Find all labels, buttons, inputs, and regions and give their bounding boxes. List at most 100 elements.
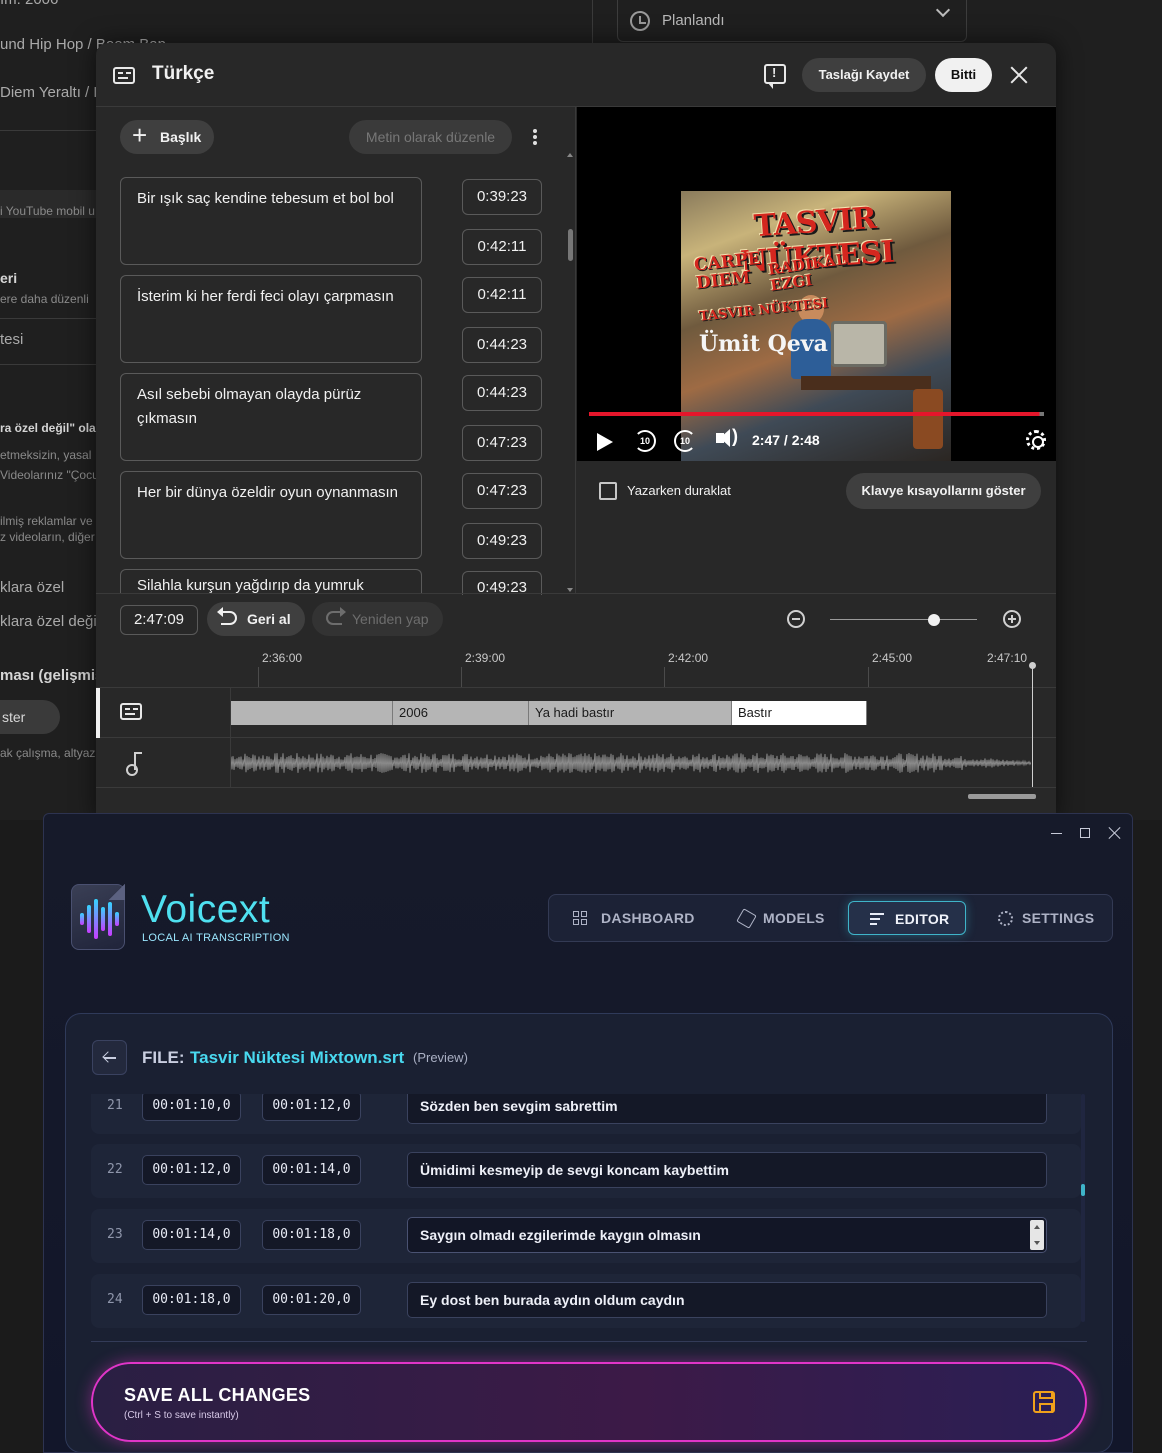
- nav-editor[interactable]: EDITOR: [848, 901, 966, 935]
- back-button[interactable]: [92, 1040, 127, 1075]
- cue-end-time[interactable]: 0:42:11: [462, 229, 542, 265]
- gear-icon[interactable]: [1026, 430, 1046, 450]
- subtitle-segment-selected[interactable]: Bastır: [732, 701, 867, 725]
- bg-radio-not-kids[interactable]: klara özel değil: [0, 613, 100, 630]
- play-icon[interactable]: [597, 433, 613, 451]
- forward-10-icon[interactable]: 10: [674, 430, 696, 452]
- volume-icon[interactable]: [716, 426, 738, 447]
- row-text-field[interactable]: Saygın olmadı ezgilerimde kaygın olmasın: [407, 1217, 1047, 1253]
- row-start-time[interactable]: 00:01:12,0: [142, 1155, 241, 1185]
- nav-dashboard[interactable]: DASHBOARD: [573, 901, 694, 935]
- current-time-field[interactable]: 2:47:09: [120, 605, 198, 635]
- bg-radio-kids[interactable]: klara özel: [0, 579, 64, 596]
- scroll-up-arrow[interactable]: [567, 153, 573, 157]
- video-progress-bar[interactable]: [589, 412, 1044, 416]
- row-start-time[interactable]: 00:01:10,0: [142, 1094, 241, 1121]
- save-all-changes-button[interactable]: SAVE ALL CHANGES (Ctrl + S to save insta…: [91, 1362, 1087, 1442]
- editor-card: FILE: Tasvir Nüktesi Mixtown.srt (Previe…: [65, 1013, 1113, 1452]
- cue-text-field[interactable]: Bir ışık saç kendine tebesum et bol bol: [120, 177, 422, 265]
- nav-models[interactable]: MODELS: [736, 901, 833, 935]
- save-draft-button[interactable]: Taslağı Kaydet: [802, 58, 926, 92]
- add-title-button[interactable]: Başlık: [120, 118, 214, 154]
- save-hint: (Ctrl + S to save instantly): [124, 1410, 239, 1421]
- cue-list-scrollbar[interactable]: [568, 229, 573, 261]
- redo-icon: [326, 607, 346, 625]
- cue-end-time[interactable]: 0:49:23: [462, 523, 542, 559]
- bg-mobile-note: i YouTube mobil u: [0, 204, 95, 218]
- feedback-icon[interactable]: [764, 64, 786, 89]
- cue-start-time[interactable]: 0:39:23: [462, 179, 542, 215]
- ruler-label: 2:36:00: [262, 651, 303, 665]
- row-text-field[interactable]: Ey dost ben burada aydın oldum caydın: [407, 1282, 1047, 1318]
- row-text-field[interactable]: Sözden ben sevgim sabrettim: [407, 1094, 1047, 1124]
- video-player[interactable]: TASVIR NÜKTESI CARPE DIEM RADIKAL EZGI T…: [577, 107, 1056, 461]
- close-icon[interactable]: [1109, 827, 1121, 839]
- cue-start-time[interactable]: 0:44:23: [462, 375, 542, 411]
- maximize-icon[interactable]: [1080, 828, 1090, 838]
- cue-start-time[interactable]: 0:47:23: [462, 473, 542, 509]
- bg-section-heading: eri: [0, 270, 18, 286]
- file-label: FILE:: [142, 1048, 185, 1067]
- audio-waveform: [231, 752, 1031, 774]
- rewind-10-icon[interactable]: 10: [634, 430, 656, 452]
- cube-icon: [736, 908, 757, 929]
- row-end-time[interactable]: 00:01:14,0: [262, 1155, 361, 1185]
- nav-settings-label: SETTINGS: [1022, 910, 1095, 926]
- cue-end-time[interactable]: 0:44:23: [462, 327, 542, 363]
- row-index: 24: [107, 1292, 123, 1307]
- row-start-time[interactable]: 00:01:14,0: [142, 1220, 241, 1250]
- voicext-window: Voicext LOCAL AI TRANSCRIPTION DASHBOARD…: [43, 813, 1133, 1453]
- rows-scrollbar-track[interactable]: [1081, 1094, 1085, 1322]
- edit-as-text-button[interactable]: Metin olarak düzenle: [349, 120, 512, 154]
- row-end-time[interactable]: 00:01:20,0: [262, 1285, 361, 1315]
- minimize-icon[interactable]: [1051, 833, 1062, 834]
- subtitle-segment[interactable]: 2006: [393, 701, 529, 725]
- cue-text-field[interactable]: Silahla kurşun yağdırıp da yumruk: [120, 569, 422, 593]
- editor-icon: [870, 912, 885, 927]
- row-end-time[interactable]: 00:01:18,0: [262, 1220, 361, 1250]
- cue-start-time[interactable]: 0:49:23: [462, 571, 542, 595]
- scroll-down-arrow[interactable]: [567, 588, 573, 592]
- bg-visibility-select[interactable]: Planlandı: [617, 0, 967, 42]
- cue-text-field[interactable]: Asıl sebebi olmayan olayda pürüz çıkması…: [120, 373, 422, 461]
- pause-while-typing-checkbox[interactable]: [599, 482, 617, 500]
- zoom-out-icon[interactable]: [787, 610, 805, 628]
- bg-show-more-button[interactable]: ster: [0, 700, 60, 734]
- rows-scrollbar-thumb[interactable]: [1081, 1184, 1085, 1196]
- bg-playlist-value[interactable]: tesi: [0, 331, 23, 348]
- done-button[interactable]: Bitti: [935, 58, 992, 92]
- zoom-in-icon[interactable]: [1003, 610, 1021, 628]
- subtitle-row: 24 00:01:18,0 00:01:20,0 Ey dost ben burada…: [91, 1274, 1081, 1328]
- voicext-logo-icon: [71, 884, 125, 950]
- zoom-slider-track[interactable]: [830, 619, 977, 620]
- row-end-time[interactable]: 00:01:12,0: [262, 1094, 361, 1121]
- nav-settings[interactable]: SETTINGS: [996, 901, 1106, 935]
- cue-text-field[interactable]: Her bir dünya özeldir oyun oynanmasın: [120, 471, 422, 559]
- redo-button[interactable]: Yeniden yap: [312, 602, 443, 636]
- subtitle-segment[interactable]: Ya hadi bastır: [529, 701, 732, 725]
- save-icon: [1033, 1391, 1055, 1413]
- playhead[interactable]: [1029, 662, 1036, 787]
- close-icon[interactable]: [1008, 64, 1030, 86]
- bg-age-restriction: ması (gelişmiş: [0, 667, 104, 684]
- spinner-arrows-icon[interactable]: [1030, 1220, 1044, 1250]
- subtitle-rows: 21 00:01:10,0 00:01:12,0 Sözden ben sevgim …: [91, 1094, 1091, 1342]
- show-shortcuts-button[interactable]: Klavye kısayollarını göster: [846, 473, 1041, 509]
- zoom-slider-thumb[interactable]: [928, 614, 941, 626]
- bg-footer-note: ak çalışma, altyaz: [0, 746, 96, 760]
- undo-button[interactable]: Geri al: [207, 602, 305, 636]
- subtitle-segment[interactable]: [231, 701, 393, 725]
- cue-start-time[interactable]: 0:42:11: [462, 277, 542, 313]
- redo-label: Yeniden yap: [352, 611, 429, 627]
- cue-text-field[interactable]: İsterim ki her ferdi feci olayı çarpması…: [120, 275, 422, 363]
- subtitle-row: 22 00:01:12,0 00:01:14,0 Ümidimi kesmeyip d…: [91, 1144, 1081, 1198]
- row-text: Saygın olmadı ezgilerimde kaygın olmasın: [420, 1227, 701, 1243]
- timeline-scrollbar[interactable]: [968, 794, 1036, 799]
- row-start-time[interactable]: 00:01:18,0: [142, 1285, 241, 1315]
- subtitle-editor-dialog: Türkçe Taslağı Kaydet Bitti Başlık Metin…: [96, 43, 1056, 820]
- row-text-field[interactable]: Ümidimi kesmeyip de sevgi koncam kaybett…: [407, 1152, 1047, 1188]
- cue-end-time[interactable]: 0:47:23: [462, 425, 542, 461]
- row-text: Ümidimi kesmeyip de sevgi koncam kaybett…: [420, 1162, 729, 1178]
- more-options-icon[interactable]: [533, 129, 537, 145]
- bg-recording-date: ım: 2006: [0, 0, 58, 8]
